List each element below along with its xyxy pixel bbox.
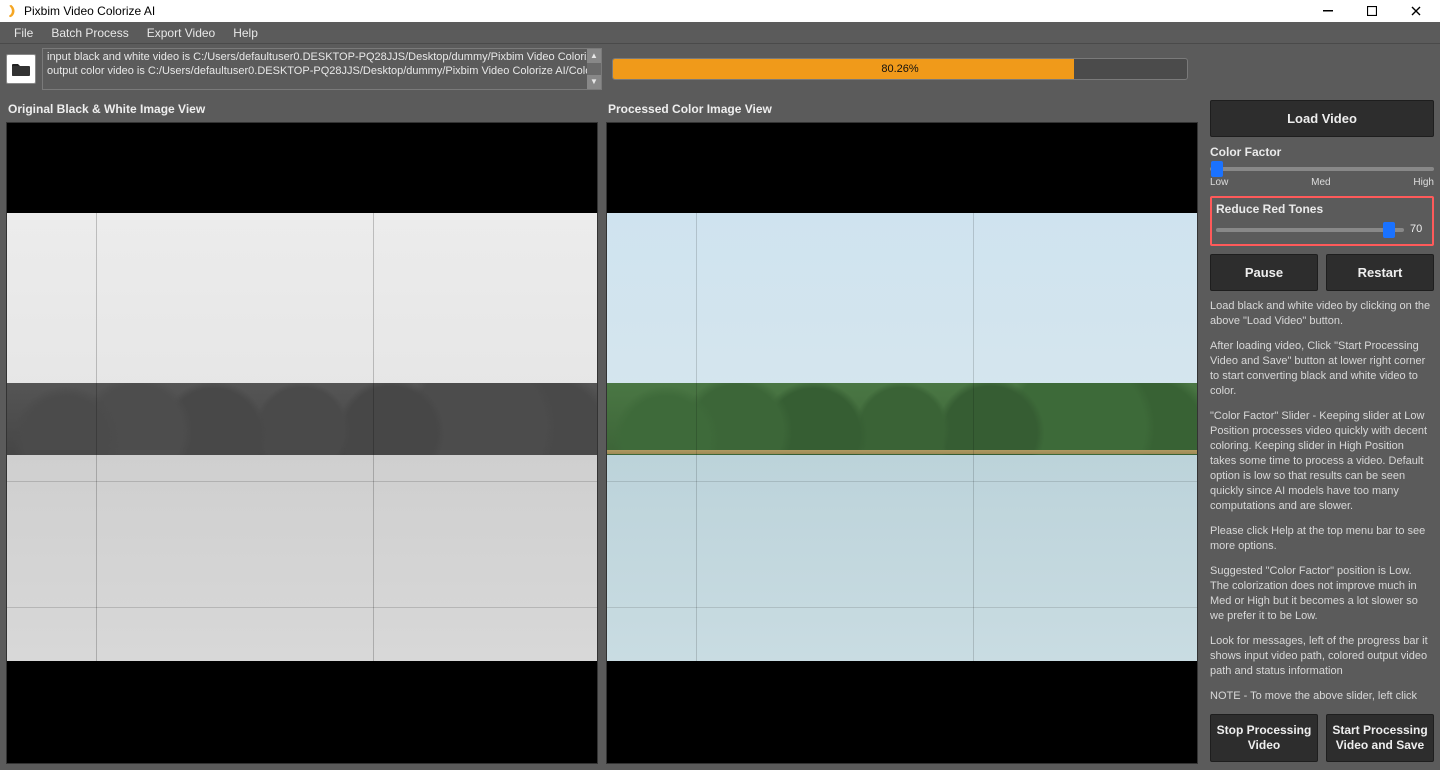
help-para: After loading video, Click "Start Proces…	[1210, 339, 1432, 399]
log-line: output color video is C:/Users/defaultus…	[47, 64, 597, 78]
processed-pane: Processed Color Image View	[606, 98, 1198, 764]
help-para: Look for messages, left of the progress …	[1210, 634, 1432, 679]
pause-button[interactable]: Pause	[1210, 254, 1318, 291]
progress-label: 80.26%	[613, 59, 1187, 79]
window-title: Pixbim Video Colorize AI	[24, 4, 155, 18]
stop-processing-button[interactable]: Stop Processing Video	[1210, 714, 1318, 762]
reduce-red-tones-thumb[interactable]	[1383, 222, 1395, 238]
reduce-red-tones-value: 70	[1410, 223, 1428, 235]
scroll-down-icon[interactable]: ▼	[587, 75, 601, 89]
progress-wrap: 80.26%	[608, 48, 1192, 90]
restart-button[interactable]: Restart	[1326, 254, 1434, 291]
views: Original Black & White Image View Proces…	[0, 94, 1204, 770]
window-controls	[1306, 0, 1438, 22]
menu-export-video[interactable]: Export Video	[139, 24, 224, 42]
menu-help[interactable]: Help	[225, 24, 266, 42]
sidebar: Load Video Color Factor Low Med High Red…	[1204, 94, 1440, 770]
scroll-up-icon[interactable]: ▲	[587, 49, 601, 63]
color-factor-scale: Low Med High	[1210, 177, 1434, 188]
menu-file[interactable]: File	[6, 24, 41, 42]
progress-bar: 80.26%	[612, 58, 1188, 80]
color-factor-label: Color Factor	[1210, 145, 1434, 159]
log-scrollbar[interactable]: ▲ ▼	[587, 49, 601, 89]
titlebar: Pixbim Video Colorize AI	[0, 0, 1440, 22]
reduce-red-tones-label: Reduce Red Tones	[1216, 202, 1428, 216]
scale-low: Low	[1210, 177, 1228, 188]
scale-high: High	[1413, 177, 1434, 188]
menu-batch-process[interactable]: Batch Process	[43, 24, 136, 42]
help-para: Please click Help at the top menu bar to…	[1210, 524, 1432, 554]
log-output: input black and white video is C:/Users/…	[42, 48, 602, 90]
minimize-button[interactable]	[1306, 0, 1350, 22]
status-row: input black and white video is C:/Users/…	[0, 44, 1440, 94]
processed-image	[606, 122, 1198, 764]
color-factor-thumb[interactable]	[1211, 161, 1223, 177]
maximize-button[interactable]	[1350, 0, 1394, 22]
help-para: Suggested "Color Factor" position is Low…	[1210, 564, 1432, 624]
reduce-red-tones-slider[interactable]	[1216, 220, 1404, 238]
original-image	[6, 122, 598, 764]
main: Original Black & White Image View Proces…	[0, 94, 1440, 770]
scale-med: Med	[1311, 177, 1330, 188]
open-folder-button[interactable]	[6, 54, 36, 84]
help-text: Load black and white video by clicking o…	[1210, 299, 1434, 706]
original-title: Original Black & White Image View	[6, 98, 598, 122]
menubar: File Batch Process Export Video Help	[0, 22, 1440, 44]
help-para: Load black and white video by clicking o…	[1210, 299, 1432, 329]
reduce-red-tones-group: Reduce Red Tones 70	[1210, 196, 1434, 246]
color-factor-slider[interactable]	[1210, 159, 1434, 177]
help-para: "Color Factor" Slider - Keeping slider a…	[1210, 409, 1432, 514]
start-processing-button[interactable]: Start Processing Video and Save	[1326, 714, 1434, 762]
load-video-button[interactable]: Load Video	[1210, 100, 1434, 137]
help-para: NOTE - To move the above slider, left cl…	[1210, 689, 1432, 706]
processed-title: Processed Color Image View	[606, 98, 1198, 122]
original-pane: Original Black & White Image View	[6, 98, 598, 764]
close-button[interactable]	[1394, 0, 1438, 22]
log-line: input black and white video is C:/Users/…	[47, 50, 597, 64]
app-icon	[4, 4, 18, 18]
